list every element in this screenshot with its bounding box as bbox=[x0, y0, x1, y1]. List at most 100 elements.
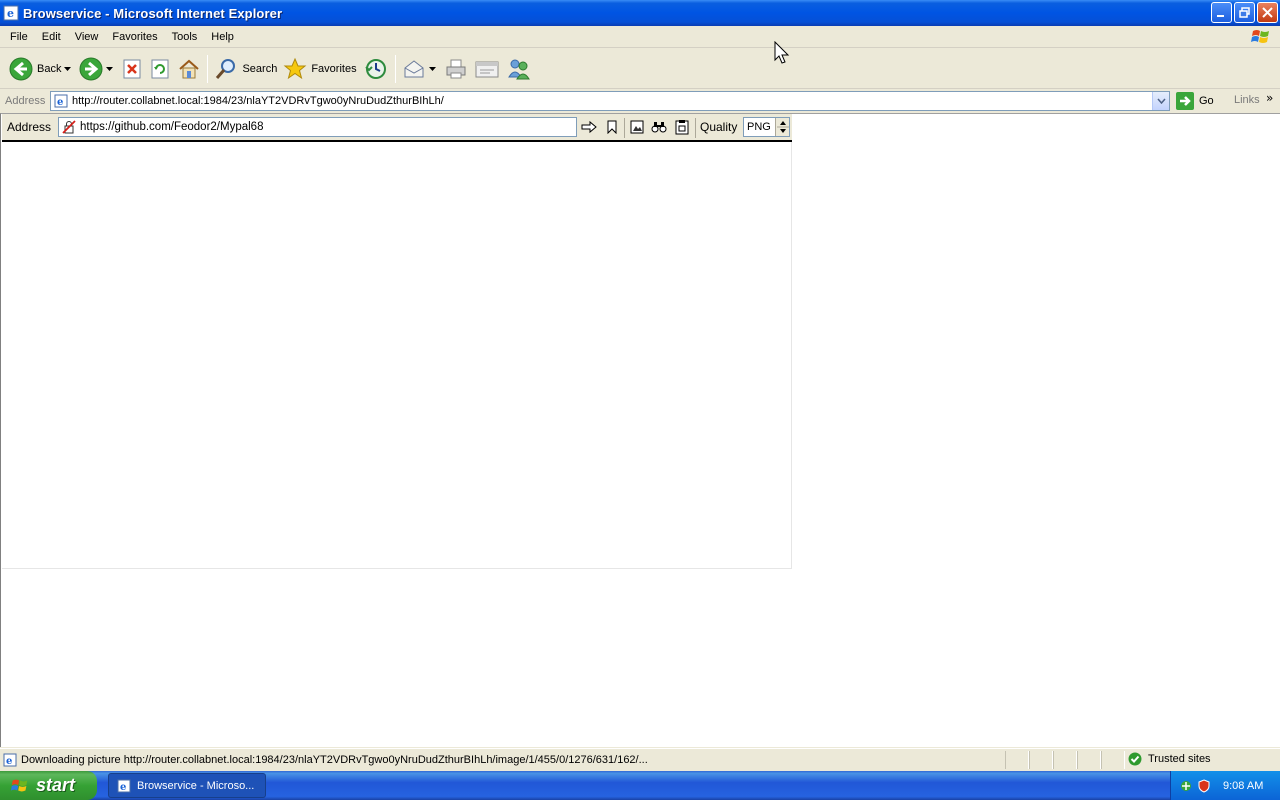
arrow-right-icon bbox=[581, 120, 597, 134]
browservice-panel: Address https://github.com/Feodor2/Mypal… bbox=[2, 114, 792, 569]
standard-toolbar: Back Search Favorites bbox=[0, 49, 1280, 89]
svg-text:e: e bbox=[57, 97, 63, 108]
printer-icon bbox=[446, 59, 466, 78]
minimize-button[interactable] bbox=[1211, 2, 1232, 23]
menu-file[interactable]: File bbox=[3, 27, 35, 47]
network-icon[interactable] bbox=[1179, 779, 1193, 793]
checkmark-icon bbox=[1128, 752, 1142, 766]
status-panel bbox=[1077, 751, 1101, 769]
binoculars-icon bbox=[651, 122, 667, 133]
back-button[interactable]: Back bbox=[6, 52, 76, 86]
refresh-button[interactable] bbox=[146, 52, 174, 86]
chevron-right-icon[interactable]: » bbox=[1266, 91, 1273, 105]
image-icon bbox=[630, 120, 644, 134]
ie-icon: e bbox=[3, 5, 19, 21]
clipboard-icon bbox=[675, 120, 689, 135]
taskbar-item-browservice[interactable]: e Browservice - Microso... bbox=[108, 773, 266, 798]
messenger-button[interactable] bbox=[503, 52, 535, 86]
browservice-url-field[interactable]: https://github.com/Feodor2/Mypal68 bbox=[58, 117, 577, 137]
favorites-button[interactable]: Favorites bbox=[280, 52, 359, 86]
search-button[interactable]: Search bbox=[211, 52, 280, 86]
refresh-icon bbox=[151, 59, 169, 78]
chevron-down-icon bbox=[1156, 98, 1166, 104]
windows-flag-icon bbox=[10, 779, 28, 791]
print-button[interactable] bbox=[441, 52, 471, 86]
stop-icon bbox=[123, 59, 141, 78]
menu-view[interactable]: View bbox=[68, 27, 106, 47]
page-icon: e bbox=[3, 753, 17, 767]
go-label: Go bbox=[1199, 95, 1214, 107]
address-label: Address bbox=[5, 95, 46, 107]
go-button[interactable]: Go bbox=[1176, 92, 1214, 110]
quality-spinner[interactable] bbox=[775, 118, 789, 136]
restore-button[interactable] bbox=[1234, 2, 1255, 23]
page-icon: e bbox=[54, 94, 68, 108]
taskbar-item-label: Browservice - Microso... bbox=[137, 779, 255, 792]
status-panels bbox=[1005, 751, 1125, 769]
bookmark-button[interactable] bbox=[603, 118, 621, 136]
favorites-star-icon bbox=[283, 57, 307, 79]
navigate-go-button[interactable] bbox=[580, 118, 598, 136]
links-label[interactable]: Links bbox=[1234, 94, 1260, 106]
go-arrow-icon bbox=[1176, 92, 1194, 110]
toolbar-separator bbox=[394, 54, 396, 83]
status-text: Downloading picture http://router.collab… bbox=[21, 753, 648, 766]
toolbar-separator bbox=[624, 118, 625, 138]
title-bar: e Browservice - Microsoft Internet Explo… bbox=[0, 0, 1280, 26]
stop-button[interactable] bbox=[118, 52, 146, 86]
back-arrow-icon bbox=[9, 57, 33, 80]
home-button[interactable] bbox=[174, 52, 204, 86]
security-shield-icon[interactable] bbox=[1197, 778, 1211, 793]
status-bar: e Downloading picture http://router.coll… bbox=[0, 748, 1280, 770]
start-button[interactable]: start bbox=[0, 771, 97, 800]
page-content: Address https://github.com/Feodor2/Mypal… bbox=[0, 113, 1280, 747]
home-icon bbox=[179, 59, 200, 78]
svg-text:e: e bbox=[6, 756, 12, 767]
clock: 9:08 AM bbox=[1223, 779, 1264, 792]
menu-favorites[interactable]: Favorites bbox=[105, 27, 164, 47]
favorites-label: Favorites bbox=[311, 62, 357, 75]
restore-icon bbox=[1239, 7, 1250, 18]
status-panel bbox=[1101, 751, 1125, 769]
mouse-cursor-icon bbox=[774, 41, 790, 64]
mail-button[interactable] bbox=[399, 52, 441, 86]
menu-edit[interactable]: Edit bbox=[35, 27, 68, 47]
close-icon bbox=[1262, 7, 1273, 18]
image-button[interactable] bbox=[628, 118, 646, 136]
status-panel bbox=[1053, 751, 1077, 769]
status-panel bbox=[1029, 751, 1053, 769]
address-url[interactable]: http://router.collabnet.local:1984/23/nl… bbox=[72, 95, 444, 107]
menu-tools[interactable]: Tools bbox=[165, 27, 205, 47]
close-button[interactable] bbox=[1257, 2, 1278, 23]
bookmark-icon bbox=[607, 120, 617, 134]
system-tray: 9:08 AM bbox=[1170, 771, 1280, 800]
chevron-down-icon[interactable] bbox=[428, 66, 436, 71]
browservice-address-label: Address bbox=[7, 120, 52, 134]
taskbar: start e Browservice - Microso... 9:08 AM bbox=[0, 771, 1280, 800]
menu-bar: File Edit View Favorites Tools Help bbox=[0, 26, 1280, 48]
ie-icon: e bbox=[117, 779, 131, 793]
security-zone[interactable]: Trusted sites bbox=[1128, 752, 1211, 766]
toolbar-separator bbox=[207, 54, 209, 83]
chevron-down-icon[interactable] bbox=[106, 66, 114, 71]
status-panel bbox=[1005, 751, 1029, 769]
address-dropdown-button[interactable] bbox=[1152, 92, 1169, 110]
edit-button[interactable] bbox=[471, 52, 503, 86]
search-label: Search bbox=[242, 62, 278, 75]
edit-page-icon bbox=[475, 61, 499, 77]
history-button[interactable] bbox=[360, 52, 392, 86]
quality-select[interactable]: PNG bbox=[743, 117, 790, 137]
chevron-down-icon[interactable] bbox=[64, 66, 72, 71]
start-label: start bbox=[36, 775, 76, 795]
address-field[interactable]: e http://router.collabnet.local:1984/23/… bbox=[50, 91, 1170, 111]
minimize-icon bbox=[1217, 15, 1224, 17]
browservice-url-text[interactable]: https://github.com/Feodor2/Mypal68 bbox=[80, 121, 263, 133]
menu-help[interactable]: Help bbox=[204, 27, 241, 47]
mail-icon bbox=[404, 59, 424, 77]
forward-button[interactable] bbox=[76, 52, 118, 86]
find-button[interactable] bbox=[650, 118, 668, 136]
windows-logo-icon bbox=[1251, 30, 1269, 43]
browservice-toolbar: Address https://github.com/Feodor2/Mypal… bbox=[2, 114, 792, 142]
spinner-arrows-icon bbox=[777, 121, 789, 133]
clipboard-button[interactable] bbox=[673, 118, 691, 136]
